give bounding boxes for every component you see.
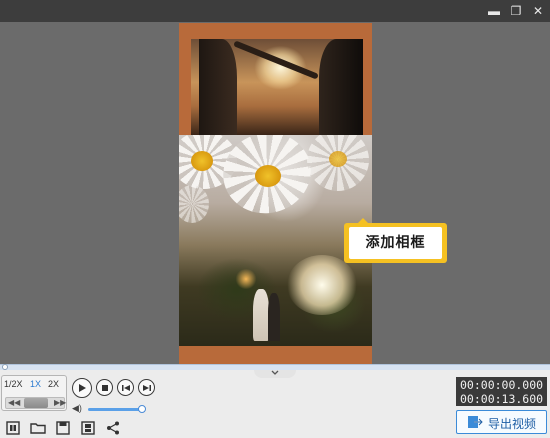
speed-slider-thumb[interactable] <box>24 398 48 408</box>
chevron-down-icon <box>271 370 279 375</box>
total-time: 00:00:13.600 <box>460 392 544 406</box>
speed-half[interactable]: 1/2X <box>4 379 23 389</box>
volume-knob[interactable] <box>138 405 146 413</box>
open-folder-icon[interactable] <box>30 420 46 436</box>
stop-icon[interactable] <box>96 379 113 396</box>
close-icon[interactable]: ✕ <box>530 3 546 19</box>
volume-slider[interactable] <box>88 408 142 411</box>
speed-2x[interactable]: 2X <box>48 379 59 389</box>
photo-holding-hands <box>191 39 363 135</box>
play-icon[interactable] <box>72 378 92 398</box>
groom-figure <box>268 293 280 341</box>
speed-slider[interactable]: ◀◀ ▶▶ <box>5 397 66 409</box>
collapse-panel-toggle[interactable] <box>254 370 296 378</box>
add-frame-tooltip[interactable]: 添加相框 <box>344 218 447 282</box>
restore-icon[interactable]: ❐ <box>508 3 524 19</box>
current-time: 00:00:00.000 <box>460 378 544 392</box>
title-bar: ▬ ❐ ✕ <box>0 0 550 22</box>
export-icon <box>468 416 483 428</box>
new-project-icon[interactable] <box>5 420 21 436</box>
minimize-icon[interactable]: ▬ <box>486 3 502 19</box>
speed-1x[interactable]: 1X <box>30 379 41 389</box>
export-video-button[interactable]: 导出视频 <box>456 410 547 434</box>
save-icon[interactable] <box>55 420 71 436</box>
prev-frame-icon[interactable] <box>117 379 134 396</box>
save-as-icon[interactable] <box>80 420 96 436</box>
rewind-icon[interactable]: ◀◀ <box>8 398 20 408</box>
tooltip-label: 添加相框 <box>349 227 442 259</box>
timecode-display: 00:00:00.000 00:00:13.600 <box>456 377 547 406</box>
bride-figure <box>253 289 269 341</box>
next-frame-icon[interactable] <box>138 379 155 396</box>
share-icon[interactable] <box>105 420 121 436</box>
video-canvas[interactable] <box>179 23 372 364</box>
volume-icon[interactable]: ◀) <box>72 403 82 414</box>
export-label: 导出视频 <box>488 417 537 431</box>
speed-control: 1/2X 1X 2X ◀◀ ▶▶ <box>1 375 67 411</box>
fast-forward-icon[interactable]: ▶▶ <box>54 398 66 408</box>
preview-area: 添加相框 <box>0 22 550 364</box>
